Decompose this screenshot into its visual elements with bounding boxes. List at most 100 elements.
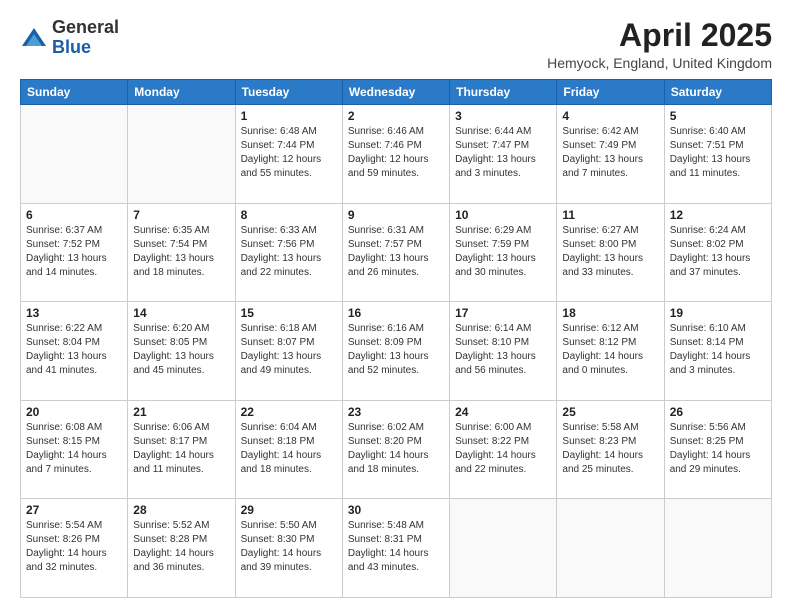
calendar-day-cell: 11 Sunrise: 6:27 AMSunset: 8:00 PMDayligh… bbox=[557, 203, 664, 302]
day-info: Sunrise: 6:33 AMSunset: 7:56 PMDaylight:… bbox=[241, 224, 337, 280]
calendar-day-cell: 23Sunrise: 6:02 AMSunset: 8:20 PMDayligh… bbox=[342, 400, 449, 499]
day-info: Sunrise: 6:08 AMSunset: 8:15 PMDaylight:… bbox=[26, 421, 122, 477]
day-number: 6 bbox=[26, 208, 122, 222]
calendar-day-cell: 30 Sunrise: 5:48 AMSunset: 8:31 PMDayligh… bbox=[342, 499, 449, 598]
day-number: 9 bbox=[348, 208, 444, 222]
calendar-day-cell: 13 Sunrise: 6:22 AMSunset: 8:04 PMDayligh… bbox=[21, 302, 128, 401]
calendar-day-cell: 28 Sunrise: 5:52 AMSunset: 8:28 PMDayligh… bbox=[128, 499, 235, 598]
day-info: Sunrise: 6:27 AMSunset: 8:00 PMDaylight:… bbox=[562, 224, 658, 280]
page: General Blue April 2025 Hemyock, England… bbox=[0, 0, 792, 612]
calendar-day-cell: 19Sunrise: 6:10 AMSunset: 8:14 PMDayligh… bbox=[664, 302, 771, 401]
calendar-day-cell: 15 Sunrise: 6:18 AMSunset: 8:07 PMDayligh… bbox=[235, 302, 342, 401]
day-number: 16 bbox=[348, 306, 444, 320]
day-number: 12 bbox=[670, 208, 766, 222]
calendar-day-cell: 10 Sunrise: 6:29 AMSunset: 7:59 PMDayligh… bbox=[450, 203, 557, 302]
calendar-day-cell: 3 Sunrise: 6:44 AMSunset: 7:47 PMDaylight… bbox=[450, 105, 557, 204]
calendar-day-cell: 17Sunrise: 6:14 AMSunset: 8:10 PMDayligh… bbox=[450, 302, 557, 401]
calendar-day-cell: 6 Sunrise: 6:37 AMSunset: 7:52 PMDaylight… bbox=[21, 203, 128, 302]
calendar-day-cell: 21 Sunrise: 6:06 AMSunset: 8:17 PMDayligh… bbox=[128, 400, 235, 499]
calendar-day-cell bbox=[128, 105, 235, 204]
day-info: Sunrise: 6:16 AMSunset: 8:09 PMDaylight:… bbox=[348, 322, 444, 378]
day-info: Sunrise: 6:22 AMSunset: 8:04 PMDaylight:… bbox=[26, 322, 122, 378]
day-info: Sunrise: 5:50 AMSunset: 8:30 PMDaylight:… bbox=[241, 519, 337, 575]
day-info: Sunrise: 5:54 AMSunset: 8:26 PMDaylight:… bbox=[26, 519, 122, 575]
day-number: 14 bbox=[133, 306, 229, 320]
calendar-day-header: Tuesday bbox=[235, 80, 342, 105]
day-number: 19 bbox=[670, 306, 766, 320]
calendar-day-cell: 4Sunrise: 6:42 AMSunset: 7:49 PMDaylight… bbox=[557, 105, 664, 204]
day-info: Sunrise: 6:14 AMSunset: 8:10 PMDaylight:… bbox=[455, 322, 551, 378]
day-number: 8 bbox=[241, 208, 337, 222]
calendar-day-header: Saturday bbox=[664, 80, 771, 105]
day-number: 25 bbox=[562, 405, 658, 419]
day-number: 10 bbox=[455, 208, 551, 222]
calendar-day-cell: 12Sunrise: 6:24 AMSunset: 8:02 PMDayligh… bbox=[664, 203, 771, 302]
day-info: Sunrise: 6:42 AMSunset: 7:49 PMDaylight:… bbox=[562, 125, 658, 181]
calendar-day-header: Friday bbox=[557, 80, 664, 105]
calendar-day-cell: 29 Sunrise: 5:50 AMSunset: 8:30 PMDayligh… bbox=[235, 499, 342, 598]
logo: General Blue bbox=[20, 18, 119, 58]
day-info: Sunrise: 6:40 AMSunset: 7:51 PMDaylight:… bbox=[670, 125, 766, 181]
day-info: Sunrise: 6:00 AMSunset: 8:22 PMDaylight:… bbox=[455, 421, 551, 477]
calendar-table: SundayMondayTuesdayWednesdayThursdayFrid… bbox=[20, 79, 772, 598]
day-info: Sunrise: 6:29 AMSunset: 7:59 PMDaylight:… bbox=[455, 224, 551, 280]
calendar-day-header: Wednesday bbox=[342, 80, 449, 105]
calendar-day-cell: 2 Sunrise: 6:46 AMSunset: 7:46 PMDaylight… bbox=[342, 105, 449, 204]
calendar-header-row: SundayMondayTuesdayWednesdayThursdayFrid… bbox=[21, 80, 772, 105]
day-info: Sunrise: 6:48 AMSunset: 7:44 PMDaylight:… bbox=[241, 125, 337, 181]
day-info: Sunrise: 6:12 AMSunset: 8:12 PMDaylight:… bbox=[562, 322, 658, 378]
calendar-day-cell: 8 Sunrise: 6:33 AMSunset: 7:56 PMDaylight… bbox=[235, 203, 342, 302]
day-info: Sunrise: 6:46 AMSunset: 7:46 PMDaylight:… bbox=[348, 125, 444, 181]
day-info: Sunrise: 6:06 AMSunset: 8:17 PMDaylight:… bbox=[133, 421, 229, 477]
logo-general-text: General bbox=[52, 17, 119, 37]
header: General Blue April 2025 Hemyock, England… bbox=[20, 18, 772, 71]
calendar-day-cell bbox=[557, 499, 664, 598]
day-number: 1 bbox=[241, 109, 337, 123]
day-number: 28 bbox=[133, 503, 229, 517]
day-number: 30 bbox=[348, 503, 444, 517]
calendar-day-cell: 27 Sunrise: 5:54 AMSunset: 8:26 PMDayligh… bbox=[21, 499, 128, 598]
calendar-day-cell bbox=[21, 105, 128, 204]
day-info: Sunrise: 5:52 AMSunset: 8:28 PMDaylight:… bbox=[133, 519, 229, 575]
day-number: 13 bbox=[26, 306, 122, 320]
day-info: Sunrise: 6:18 AMSunset: 8:07 PMDaylight:… bbox=[241, 322, 337, 378]
calendar-day-cell: 1 Sunrise: 6:48 AMSunset: 7:44 PMDaylight… bbox=[235, 105, 342, 204]
day-number: 2 bbox=[348, 109, 444, 123]
day-info: Sunrise: 6:04 AMSunset: 8:18 PMDaylight:… bbox=[241, 421, 337, 477]
calendar-week-row: 1 Sunrise: 6:48 AMSunset: 7:44 PMDaylight… bbox=[21, 105, 772, 204]
subtitle: Hemyock, England, United Kingdom bbox=[547, 55, 772, 71]
day-number: 29 bbox=[241, 503, 337, 517]
calendar-day-header: Thursday bbox=[450, 80, 557, 105]
day-number: 11 bbox=[562, 208, 658, 222]
calendar-week-row: 20Sunrise: 6:08 AMSunset: 8:15 PMDayligh… bbox=[21, 400, 772, 499]
calendar-day-cell: 7Sunrise: 6:35 AMSunset: 7:54 PMDaylight… bbox=[128, 203, 235, 302]
calendar-day-header: Monday bbox=[128, 80, 235, 105]
day-number: 15 bbox=[241, 306, 337, 320]
day-number: 23 bbox=[348, 405, 444, 419]
day-number: 22 bbox=[241, 405, 337, 419]
calendar-day-header: Sunday bbox=[21, 80, 128, 105]
day-info: Sunrise: 6:20 AMSunset: 8:05 PMDaylight:… bbox=[133, 322, 229, 378]
day-info: Sunrise: 6:44 AMSunset: 7:47 PMDaylight:… bbox=[455, 125, 551, 181]
calendar-day-cell: 9 Sunrise: 6:31 AMSunset: 7:57 PMDaylight… bbox=[342, 203, 449, 302]
day-number: 26 bbox=[670, 405, 766, 419]
main-title: April 2025 bbox=[547, 18, 772, 53]
calendar-week-row: 6 Sunrise: 6:37 AMSunset: 7:52 PMDaylight… bbox=[21, 203, 772, 302]
day-number: 27 bbox=[26, 503, 122, 517]
day-number: 21 bbox=[133, 405, 229, 419]
day-number: 18 bbox=[562, 306, 658, 320]
day-number: 5 bbox=[670, 109, 766, 123]
calendar-day-cell bbox=[664, 499, 771, 598]
day-number: 3 bbox=[455, 109, 551, 123]
calendar-day-cell: 18 Sunrise: 6:12 AMSunset: 8:12 PMDayligh… bbox=[557, 302, 664, 401]
day-info: Sunrise: 6:37 AMSunset: 7:52 PMDaylight:… bbox=[26, 224, 122, 280]
day-number: 24 bbox=[455, 405, 551, 419]
day-info: Sunrise: 6:31 AMSunset: 7:57 PMDaylight:… bbox=[348, 224, 444, 280]
calendar-day-cell: 20Sunrise: 6:08 AMSunset: 8:15 PMDayligh… bbox=[21, 400, 128, 499]
title-block: April 2025 Hemyock, England, United King… bbox=[547, 18, 772, 71]
calendar-week-row: 13 Sunrise: 6:22 AMSunset: 8:04 PMDayligh… bbox=[21, 302, 772, 401]
logo-icon bbox=[20, 24, 48, 52]
calendar-day-cell: 16 Sunrise: 6:16 AMSunset: 8:09 PMDayligh… bbox=[342, 302, 449, 401]
calendar-day-cell: 14 Sunrise: 6:20 AMSunset: 8:05 PMDayligh… bbox=[128, 302, 235, 401]
day-info: Sunrise: 5:48 AMSunset: 8:31 PMDaylight:… bbox=[348, 519, 444, 575]
